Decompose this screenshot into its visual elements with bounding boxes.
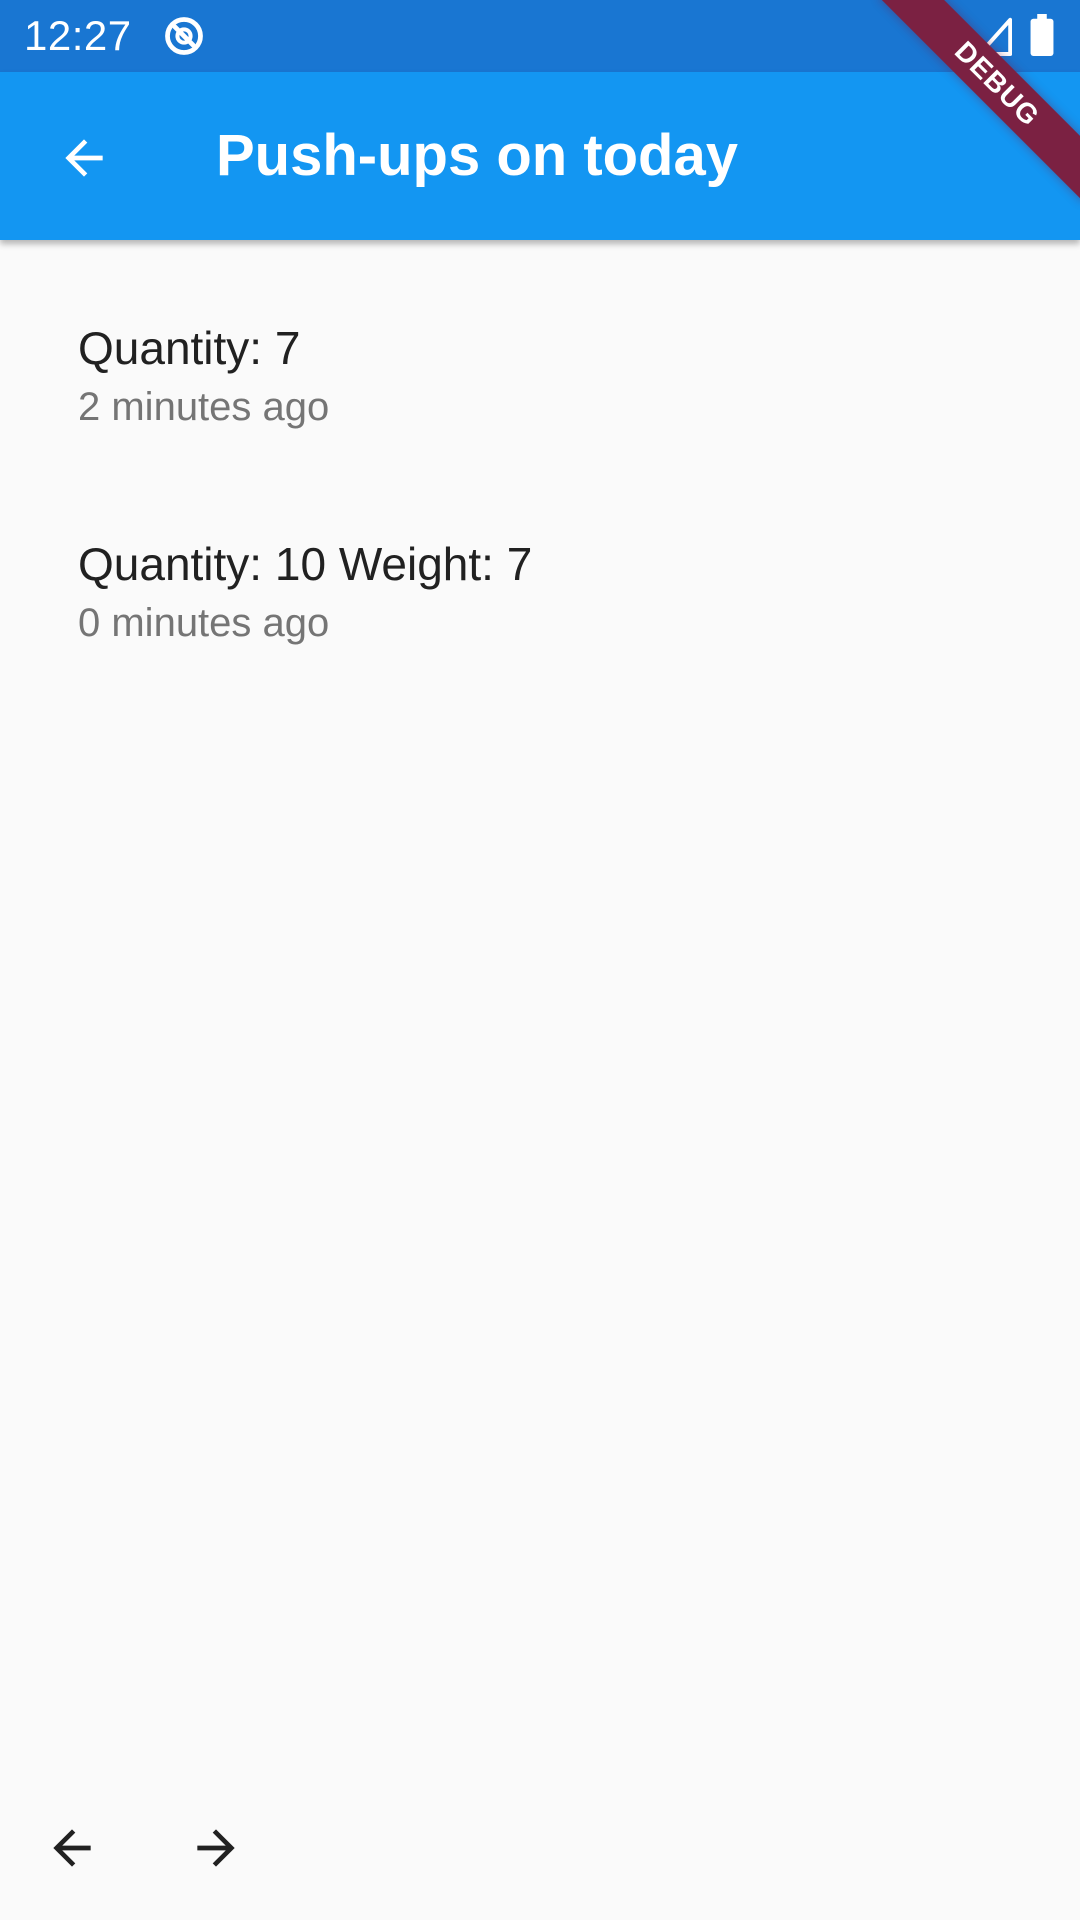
entry-title: Quantity: 7 xyxy=(78,322,301,374)
back-button[interactable] xyxy=(36,110,132,206)
arrow-back-icon xyxy=(65,139,103,177)
list-item[interactable]: Quantity: 7 2 minutes ago xyxy=(0,240,1080,456)
app-notification-icon xyxy=(165,17,203,55)
previous-day-button[interactable] xyxy=(24,1800,120,1896)
status-time: 12:27 xyxy=(24,12,132,59)
next-day-button[interactable] xyxy=(168,1800,264,1896)
entry-timestamp: 2 minutes ago xyxy=(78,385,330,429)
arrow-back-icon xyxy=(53,1829,91,1867)
list-item[interactable]: Quantity: 10 Weight: 7 0 minutes ago xyxy=(0,456,1080,672)
app-bar: Push-ups on today xyxy=(0,72,1080,240)
entry-title: Quantity: 10 Weight: 7 xyxy=(78,538,533,590)
page-title: Push-ups on today xyxy=(216,123,738,188)
arrow-forward-icon xyxy=(197,1829,235,1867)
battery-icon xyxy=(1030,14,1054,56)
entry-timestamp: 0 minutes ago xyxy=(78,601,330,645)
entry-list: Quantity: 7 2 minutes ago Quantity: 10 W… xyxy=(0,240,1080,672)
